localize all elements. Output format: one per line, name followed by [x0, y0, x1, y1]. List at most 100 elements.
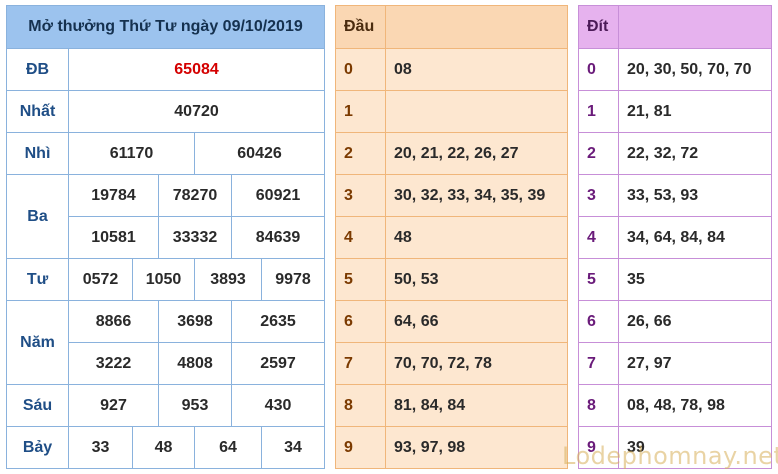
- site-watermark: Lodephomnay.net: [562, 442, 778, 470]
- prize-number: 60426: [193, 132, 326, 175]
- results-title: Mở thưởng Thứ Tư ngày 09/10/2019: [5, 5, 326, 49]
- prize-number: 65084: [67, 48, 326, 91]
- dit-row: 8 08, 48, 78, 98: [578, 384, 772, 427]
- dau-numbers: 93, 97, 98: [385, 426, 568, 469]
- prize-number: 34: [260, 426, 326, 469]
- dit-row: 7 27, 97: [578, 342, 772, 385]
- prize-number: 430: [230, 384, 326, 427]
- dit-row: 5 35: [578, 258, 772, 301]
- dit-digit: 6: [578, 300, 619, 343]
- dau-row: 5 50, 53: [335, 258, 568, 301]
- dau-numbers: 70, 70, 72, 78: [385, 342, 568, 385]
- dit-header: Đít: [578, 5, 619, 49]
- dit-digit: 7: [578, 342, 619, 385]
- prize-number: 4808: [158, 342, 232, 385]
- prize-number: 33: [68, 426, 133, 469]
- dau-row: 2 20, 21, 22, 26, 27: [335, 132, 568, 175]
- dau-digit: 1: [335, 90, 386, 133]
- prize-label: ĐB: [6, 48, 69, 91]
- dit-numbers: 21, 81: [618, 90, 772, 133]
- lottery-results-table: Mở thưởng Thứ Tư ngày 09/10/2019 ĐB 6508…: [5, 5, 326, 469]
- dau-numbers: 81, 84, 84: [385, 384, 568, 427]
- prize-number: 40720: [67, 90, 326, 133]
- dit-digit: 8: [578, 384, 619, 427]
- prize-label: Nhì: [6, 132, 69, 175]
- dit-numbers: 22, 32, 72: [618, 132, 772, 175]
- prize-label: Ba: [6, 174, 69, 259]
- prize-number: 2597: [230, 342, 326, 385]
- dau-digit: 7: [335, 342, 386, 385]
- dit-digit: 5: [578, 258, 619, 301]
- prize-row-ba: Ba 19784 78270 60921: [6, 174, 326, 259]
- dau-numbers: 50, 53: [385, 258, 568, 301]
- dit-row: 4 34, 64, 84, 84: [578, 216, 772, 259]
- dit-row: 3 33, 53, 93: [578, 174, 772, 217]
- dau-digit: 6: [335, 300, 386, 343]
- prize-row-bay: Bảy 33 48 64 34: [6, 426, 326, 469]
- prize-row-sau: Sáu 927 953 430: [6, 384, 326, 427]
- dit-row: 0 20, 30, 50, 70, 70: [578, 48, 772, 91]
- prize-label: Tư: [6, 258, 69, 301]
- prize-number: 927: [68, 384, 159, 427]
- dit-table: Đít 0 20, 30, 50, 70, 70 1 21, 81 2 22, 32, 7…: [578, 5, 772, 469]
- prize-number: 78270: [158, 174, 232, 217]
- prize-label: Bảy: [6, 426, 69, 469]
- dit-digit: 0: [578, 48, 619, 91]
- dau-numbers: 30, 32, 33, 34, 35, 39: [385, 174, 568, 217]
- prize-number: 19784: [68, 174, 159, 217]
- dit-numbers: 26, 66: [618, 300, 772, 343]
- dau-numbers: 64, 66: [385, 300, 568, 343]
- dau-numbers: 20, 21, 22, 26, 27: [385, 132, 568, 175]
- dau-row: 8 81, 84, 84: [335, 384, 568, 427]
- prize-number: 10581: [68, 216, 159, 259]
- dit-digit: 4: [578, 216, 619, 259]
- prize-number: 0572: [68, 258, 133, 301]
- dau-digit: 4: [335, 216, 386, 259]
- prize-label: Nhất: [6, 90, 69, 133]
- prize-number: 3698: [158, 300, 232, 343]
- dit-row: 1 21, 81: [578, 90, 772, 133]
- dau-table: Đầu 0 08 1 2 20, 21, 22, 26, 27 3 30, 32, 33, …: [335, 5, 568, 469]
- dau-header: Đầu: [335, 5, 386, 49]
- prize-number: 84639: [230, 216, 326, 259]
- dit-digit: 1: [578, 90, 619, 133]
- dit-numbers: 35: [618, 258, 772, 301]
- dau-numbers: 48: [385, 216, 568, 259]
- dau-row: 0 08: [335, 48, 568, 91]
- dau-row: 4 48: [335, 216, 568, 259]
- dau-digit: 2: [335, 132, 386, 175]
- dau-row: 7 70, 70, 72, 78: [335, 342, 568, 385]
- dau-digit: 8: [335, 384, 386, 427]
- dau-digit: 5: [335, 258, 386, 301]
- dau-row: 9 93, 97, 98: [335, 426, 568, 469]
- dau-row: 1: [335, 90, 568, 133]
- dau-numbers: [385, 90, 568, 133]
- prize-number: 3893: [194, 258, 262, 301]
- dit-row: 6 26, 66: [578, 300, 772, 343]
- prize-number: 61170: [68, 132, 195, 175]
- prize-number: 9978: [260, 258, 326, 301]
- dit-digit: 2: [578, 132, 619, 175]
- prize-row-nhat: Nhất 40720: [6, 90, 326, 133]
- dau-row: 3 30, 32, 33, 34, 35, 39: [335, 174, 568, 217]
- prize-number: 64: [194, 426, 262, 469]
- dau-header-blank: [385, 5, 568, 49]
- dit-numbers: 20, 30, 50, 70, 70: [618, 48, 772, 91]
- prize-number: 953: [158, 384, 232, 427]
- prize-number: 1050: [132, 258, 195, 301]
- prize-row-tu: Tư 0572 1050 3893 9978: [6, 258, 326, 301]
- dau-digit: 0: [335, 48, 386, 91]
- dau-numbers: 08: [385, 48, 568, 91]
- prize-row-db: ĐB 65084: [6, 48, 326, 91]
- dit-numbers: 27, 97: [618, 342, 772, 385]
- dit-numbers: 34, 64, 84, 84: [618, 216, 772, 259]
- prize-number: 3222: [68, 342, 159, 385]
- prize-number: 2635: [230, 300, 326, 343]
- dit-numbers: 33, 53, 93: [618, 174, 772, 217]
- dau-digit: 3: [335, 174, 386, 217]
- dit-digit: 3: [578, 174, 619, 217]
- prize-row-nhi: Nhì 61170 60426: [6, 132, 326, 175]
- dit-header-blank: [618, 5, 772, 49]
- prize-number: 48: [132, 426, 195, 469]
- prize-label: Sáu: [6, 384, 69, 427]
